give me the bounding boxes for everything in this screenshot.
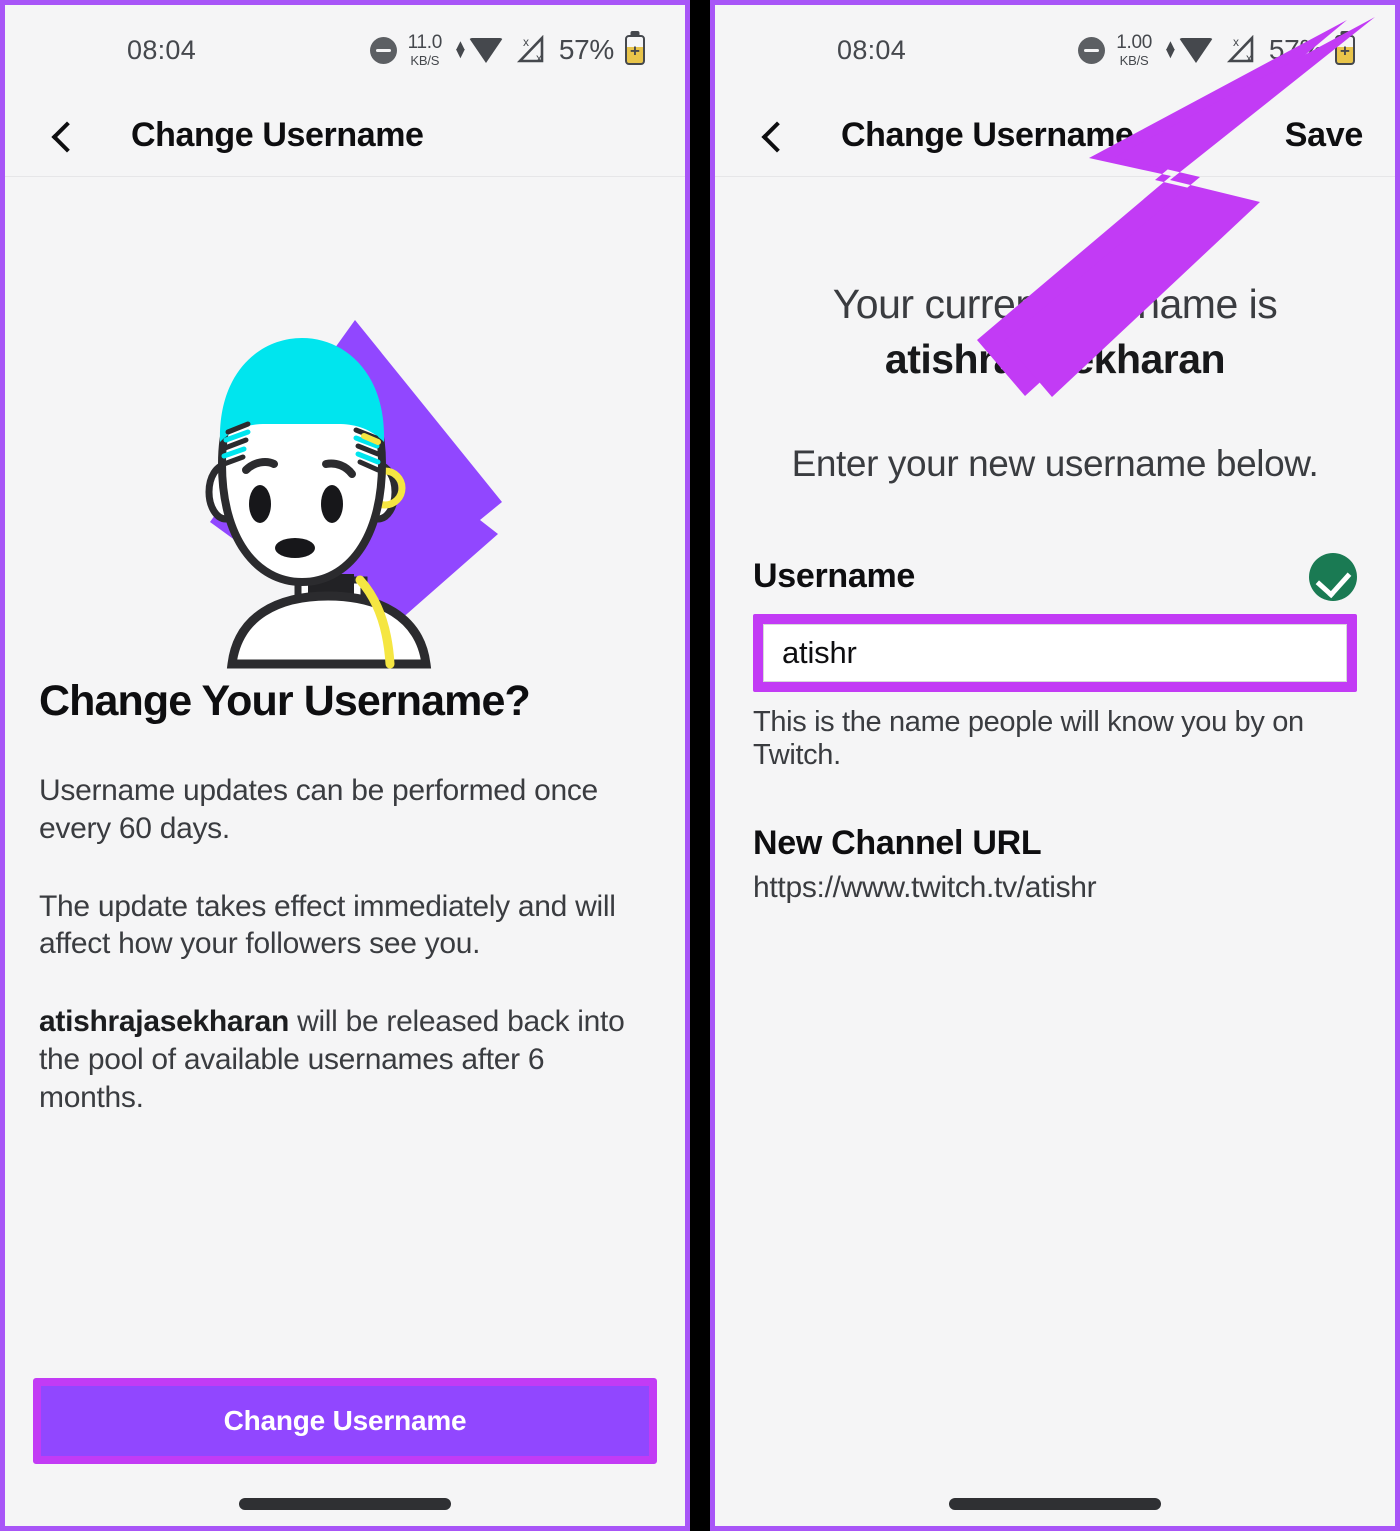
wifi-traffic-arrows: ▲ ▼ bbox=[452, 36, 468, 62]
back-chevron-icon[interactable] bbox=[45, 119, 79, 153]
release-note-paragraph: atishrajasekharan will be released back … bbox=[39, 1003, 651, 1116]
cta-annotation-box: Change Username bbox=[33, 1378, 657, 1464]
twitch-avatar-illustration bbox=[5, 307, 685, 677]
current-username-block: Your current username is atishrajasekhar… bbox=[753, 277, 1357, 388]
username-field-label-row: Username bbox=[753, 552, 1357, 601]
status-bar-left: 08:04 11.0 KB/S ▲ ▼ x x 57% + bbox=[5, 5, 685, 95]
change-username-heading: Change Your Username? bbox=[39, 677, 531, 725]
phone-panel-right: 08:04 1.00 KB/S ▲ ▼ x x 57% + Change Use… bbox=[710, 0, 1400, 1531]
status-icon-group: 11.0 KB/S ▲ ▼ x x 57% + bbox=[369, 32, 645, 68]
app-header-left: Change Username bbox=[5, 95, 685, 177]
instruction-text: Enter your new username below. bbox=[791, 442, 1319, 484]
svg-text:x: x bbox=[1233, 35, 1239, 49]
network-speed-unit: KB/S bbox=[410, 53, 440, 68]
username-input-annotation-box bbox=[753, 613, 1357, 692]
battery-percent-label: 57% bbox=[1268, 34, 1324, 65]
username-field-label: Username bbox=[753, 557, 916, 596]
status-time: 08:04 bbox=[837, 34, 907, 65]
wifi-traffic-arrows: ▲ ▼ bbox=[1162, 36, 1178, 62]
content-left: Change Your Username? Username updates c… bbox=[5, 177, 685, 1526]
save-button[interactable]: Save bbox=[1285, 116, 1364, 155]
panel-gap bbox=[690, 0, 710, 1531]
battery-percent-label: 57% bbox=[558, 34, 614, 65]
info-paragraph-2: The update takes effect immediately and … bbox=[39, 889, 616, 961]
phone-panel-left: 08:04 11.0 KB/S ▲ ▼ x x 57% + Change Use… bbox=[0, 0, 690, 1531]
wifi-icon: ▲ ▼ bbox=[452, 36, 503, 63]
wifi-signal-triangle bbox=[468, 37, 503, 63]
svg-text:x: x bbox=[1246, 51, 1252, 65]
check-circle-icon bbox=[1309, 552, 1357, 601]
home-indicator-left[interactable] bbox=[239, 1498, 451, 1510]
network-speed-value: 11.0 bbox=[407, 32, 443, 53]
network-speed-value: 1.00 bbox=[1116, 32, 1152, 53]
signal-no-service-icon: x x bbox=[1224, 34, 1258, 65]
current-username-prefix: Your current username is bbox=[832, 281, 1278, 327]
network-speed-indicator: 1.00 KB/S bbox=[1116, 33, 1152, 67]
wifi-signal-triangle bbox=[1178, 37, 1213, 63]
signal-no-service-icon: x x bbox=[514, 34, 548, 65]
home-indicator-right[interactable] bbox=[949, 1498, 1161, 1510]
network-speed-unit: KB/S bbox=[1119, 53, 1149, 68]
do-not-disturb-icon bbox=[1078, 36, 1106, 64]
svg-text:x: x bbox=[523, 35, 529, 49]
do-not-disturb-icon bbox=[369, 36, 397, 64]
status-time: 08:04 bbox=[127, 34, 197, 65]
status-bar-right: 08:04 1.00 KB/S ▲ ▼ x x 57% + bbox=[715, 5, 1395, 95]
username-input[interactable] bbox=[763, 623, 1347, 682]
left-text-block: Change Your Username? Username updates c… bbox=[5, 677, 685, 1117]
battery-saver-icon: + bbox=[1335, 35, 1355, 65]
app-header-right: Change Username Save bbox=[715, 95, 1395, 177]
change-username-button[interactable]: Change Username bbox=[41, 1386, 649, 1456]
content-right: Your current username is atishrajasekhar… bbox=[715, 177, 1395, 1526]
channel-url-value: https://www.twitch.tv/atishr bbox=[753, 870, 1097, 904]
current-username-value: atishrajasekharan bbox=[884, 336, 1226, 383]
page-title: Change Username bbox=[841, 116, 1134, 154]
status-icon-group: 1.00 KB/S ▲ ▼ x x 57% + bbox=[1078, 33, 1355, 67]
username-help-text: This is the name people will know you by… bbox=[753, 705, 1304, 771]
channel-url-label: New Channel URL bbox=[753, 823, 1042, 862]
back-chevron-icon[interactable] bbox=[755, 119, 789, 153]
released-username: atishrajasekharan bbox=[39, 1005, 290, 1039]
info-paragraph-1: Username updates can be performed once e… bbox=[39, 774, 598, 845]
screenshot-stage: 08:04 11.0 KB/S ▲ ▼ x x 57% + Change Use… bbox=[0, 0, 1400, 1531]
right-form-block: Your current username is atishrajasekhar… bbox=[715, 177, 1395, 905]
svg-text:x: x bbox=[536, 51, 542, 65]
avatar-svg bbox=[205, 320, 502, 669]
network-speed-indicator: 11.0 KB/S bbox=[407, 32, 443, 68]
battery-saver-icon: + bbox=[625, 35, 645, 65]
wifi-icon: ▲ ▼ bbox=[1162, 36, 1213, 63]
page-title: Change Username bbox=[131, 116, 424, 154]
